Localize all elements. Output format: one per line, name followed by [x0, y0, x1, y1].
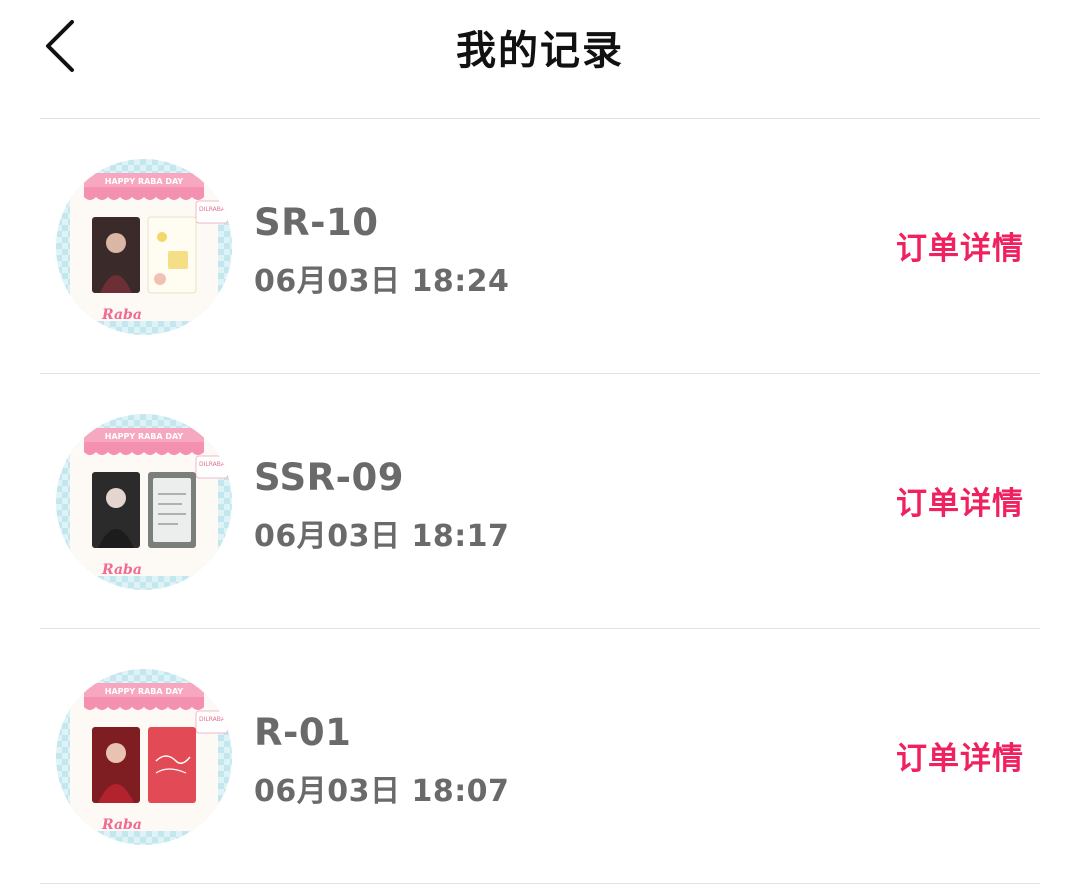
record-row[interactable]: HAPPY RABA DAY DILRABA Raba R-01 06月03日 … [0, 629, 1080, 884]
record-time: 06月03日 18:17 [254, 519, 510, 554]
svg-text:DILRABA: DILRABA [199, 206, 226, 213]
svg-text:HAPPY RABA DAY: HAPPY RABA DAY [105, 432, 184, 441]
record-code: SR-10 [254, 201, 379, 244]
record-list: HAPPY RABA DAY DILRABA Raba SR-10 06月03日… [0, 119, 1080, 884]
page-title: 我的记录 [456, 28, 624, 74]
svg-text:DILRABA: DILRABA [199, 716, 226, 723]
record-thumbnail: HAPPY RABA DAY DILRABA Raba [56, 159, 232, 335]
svg-text:DILRABA: DILRABA [199, 461, 226, 468]
record-row[interactable]: HAPPY RABA DAY DILRABA Raba SSR-09 06月03… [0, 374, 1080, 629]
record-code: R-01 [254, 711, 352, 754]
record-thumbnail: HAPPY RABA DAY DILRABA Raba [56, 669, 232, 845]
record-row[interactable]: HAPPY RABA DAY DILRABA Raba SR-10 06月03日… [0, 119, 1080, 374]
svg-text:HAPPY RABA DAY: HAPPY RABA DAY [105, 687, 184, 696]
svg-text:Raba: Raba [101, 562, 142, 578]
record-thumbnail: HAPPY RABA DAY DILRABA Raba [56, 414, 232, 590]
order-detail-link[interactable]: 订单详情 [896, 733, 1024, 778]
record-time: 06月03日 18:24 [254, 264, 510, 299]
svg-text:Raba: Raba [101, 817, 142, 833]
svg-text:Raba: Raba [101, 307, 142, 323]
record-time: 06月03日 18:07 [254, 774, 510, 809]
svg-text:HAPPY RABA DAY: HAPPY RABA DAY [105, 177, 184, 186]
record-code: SSR-09 [254, 456, 404, 499]
order-detail-link[interactable]: 订单详情 [896, 223, 1024, 268]
top-bar: 我的记录 [0, 0, 1080, 118]
order-detail-link[interactable]: 订单详情 [896, 478, 1024, 523]
